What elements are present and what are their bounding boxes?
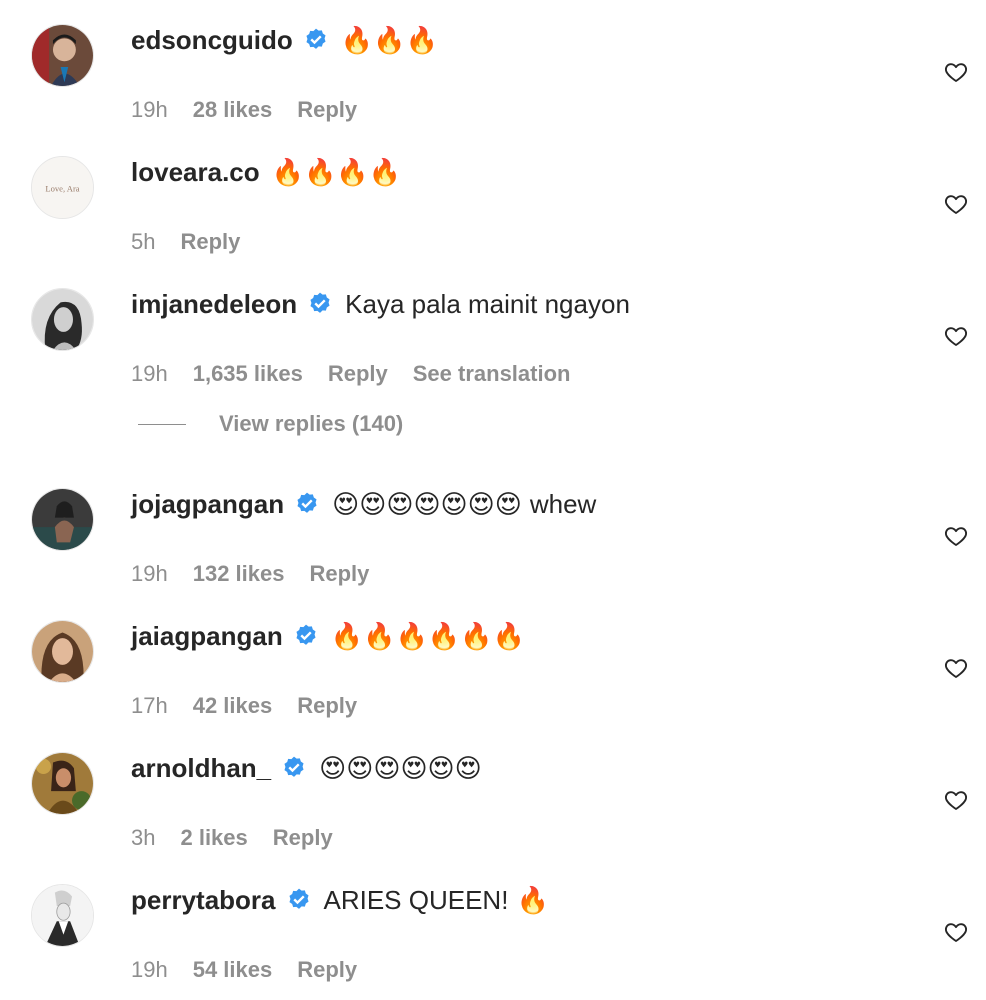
comment-item: jaiagpangan 🔥🔥🔥🔥🔥🔥 17h 42 likes Reply <box>0 616 986 726</box>
comment-emoji: 🔥🔥🔥🔥🔥🔥 <box>330 621 525 651</box>
comment-emoji: 🔥 <box>516 885 549 915</box>
comment-emoji: 🔥🔥🔥 <box>340 25 438 55</box>
like-heart-icon[interactable] <box>944 656 968 680</box>
avatar-photo-icon <box>32 621 93 682</box>
avatar-photo-icon <box>32 25 93 86</box>
comment-timestamp: 19h <box>131 957 168 982</box>
comment-timestamp: 19h <box>131 561 168 586</box>
comment-likes[interactable]: 1,635 likes <box>193 361 303 387</box>
reply-button[interactable]: Reply <box>297 957 357 983</box>
comment-timestamp: 3h <box>131 825 156 850</box>
reply-button[interactable]: Reply <box>297 97 357 123</box>
reply-button[interactable]: Reply <box>297 693 357 719</box>
verified-badge-icon <box>281 755 307 781</box>
reply-button[interactable]: Reply <box>273 825 333 851</box>
comment-username[interactable]: loveara.co <box>131 152 260 192</box>
comment-likes[interactable]: 132 likes <box>193 561 285 587</box>
comment-likes[interactable]: 54 likes <box>193 957 273 983</box>
comment-username[interactable]: imjanedeleon <box>131 284 297 324</box>
comment-emoji: 🔥🔥🔥🔥 <box>271 157 402 187</box>
brand-logo-icon: Love, Ara <box>32 157 93 218</box>
avatar[interactable] <box>31 488 94 551</box>
comment-timestamp: 19h <box>131 361 168 386</box>
avatar[interactable]: Love, Ara <box>31 156 94 219</box>
like-heart-icon[interactable] <box>944 788 968 812</box>
like-heart-icon[interactable] <box>944 920 968 944</box>
svg-text:Love, Ara: Love, Ara <box>45 183 79 193</box>
verified-badge-icon <box>303 27 329 53</box>
verified-badge-icon <box>293 623 319 649</box>
comment-username[interactable]: perrytabora <box>131 880 276 920</box>
comment-text: ARIES QUEEN! <box>323 885 509 915</box>
verified-badge-icon <box>286 887 312 913</box>
comment-emoji: 😍😍😍😍😍😍😍 <box>332 489 522 519</box>
comment-username[interactable]: arnoldhan_ <box>131 748 271 788</box>
comment-username[interactable]: jaiagpangan <box>131 616 283 656</box>
like-heart-icon[interactable] <box>944 60 968 84</box>
comment-likes[interactable]: 28 likes <box>193 97 273 123</box>
comment-timestamp: 17h <box>131 693 168 718</box>
divider-line <box>138 423 186 425</box>
comment-emoji: 😍😍😍😍😍😍 <box>319 753 482 783</box>
comment-username[interactable]: edsoncguido <box>131 20 293 60</box>
like-heart-icon[interactable] <box>944 324 968 348</box>
avatar-photo-icon <box>32 489 93 550</box>
comment-item: edsoncguido 🔥🔥🔥 19h 28 likes Reply <box>0 20 986 130</box>
comment-username[interactable]: jojagpangan <box>131 484 284 524</box>
avatar[interactable] <box>31 884 94 947</box>
comment-timestamp: 5h <box>131 229 156 254</box>
verified-badge-icon <box>294 491 320 517</box>
avatar[interactable] <box>31 24 94 87</box>
avatar-photo-icon <box>32 289 93 350</box>
comment-item: imjanedeleon Kaya pala mainit ngayon 19h… <box>0 284 986 394</box>
reply-button[interactable]: Reply <box>180 229 240 255</box>
avatar[interactable] <box>31 752 94 815</box>
comment-item: perrytabora ARIES QUEEN! 🔥 19h 54 likes … <box>0 880 986 990</box>
comment-likes[interactable]: 2 likes <box>180 825 247 851</box>
avatar-photo-icon <box>32 885 93 946</box>
comment-item: arnoldhan_ 😍😍😍😍😍😍 3h 2 likes Reply <box>0 748 986 858</box>
view-replies-button[interactable]: View replies (140) <box>219 411 403 437</box>
avatar[interactable] <box>31 288 94 351</box>
comment-item: jojagpangan 😍😍😍😍😍😍😍 whew 19h 132 likes R… <box>0 484 986 594</box>
comment-text: Kaya pala mainit ngayon <box>345 289 630 319</box>
view-replies-row[interactable]: View replies (140) <box>138 406 403 442</box>
reply-button[interactable]: Reply <box>309 561 369 587</box>
reply-button[interactable]: Reply <box>328 361 388 387</box>
verified-badge-icon <box>307 291 333 317</box>
see-translation-button[interactable]: See translation <box>413 361 571 387</box>
like-heart-icon[interactable] <box>944 524 968 548</box>
comment-likes[interactable]: 42 likes <box>193 693 273 719</box>
comment-timestamp: 19h <box>131 97 168 122</box>
comment-item: Love, Ara loveara.co 🔥🔥🔥🔥 5h Reply <box>0 152 986 262</box>
avatar-photo-icon <box>32 753 93 814</box>
like-heart-icon[interactable] <box>944 192 968 216</box>
avatar[interactable] <box>31 620 94 683</box>
comment-text: whew <box>529 489 597 519</box>
